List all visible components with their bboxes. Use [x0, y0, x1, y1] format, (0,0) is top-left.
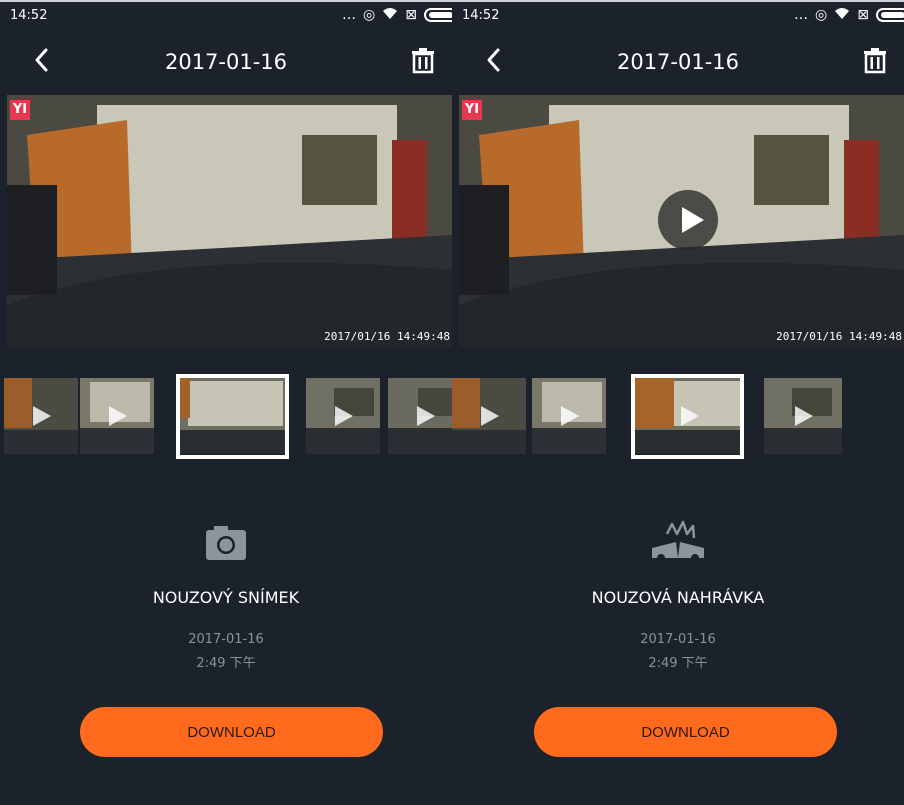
media-preview[interactable]: YI 2017/01/16 14:49:48	[7, 95, 452, 347]
delete-button[interactable]	[410, 46, 436, 74]
media-type-label: NOUZOVÝ SNÍMEK	[152, 588, 300, 607]
battery-icon	[876, 8, 904, 22]
right-screen: 14:52 … ◎ ⊠ 2017-01-16 YI 2017/01/16 14:…	[452, 0, 904, 805]
page-title: 2017-01-16	[164, 50, 288, 74]
status-icons: … ◎ ⊠	[342, 6, 452, 24]
status-bar: 14:52 … ◎ ⊠	[0, 0, 452, 30]
video-timestamp: 2017/01/16 14:49:48	[776, 330, 902, 343]
play-icon	[33, 406, 51, 426]
thumbnail[interactable]	[452, 378, 526, 454]
media-time: 2:49 下午	[196, 656, 256, 671]
status-icons: … ◎ ⊠	[794, 6, 904, 24]
thumbnail[interactable]	[532, 378, 606, 454]
page-title: 2017-01-16	[616, 50, 740, 74]
media-date: 2017-01-16	[640, 632, 716, 647]
title-bar: 2017-01-16	[0, 36, 452, 86]
battery-icon	[424, 8, 452, 22]
media-time: 2:49 下午	[648, 656, 708, 671]
thumbnail[interactable]	[4, 378, 78, 454]
play-icon	[795, 406, 813, 426]
thumbnail-strip[interactable]	[452, 374, 904, 459]
play-icon	[561, 406, 579, 426]
sim-off-icon: ⊠	[857, 7, 869, 23]
trash-icon	[412, 48, 434, 74]
wifi-icon	[834, 6, 850, 24]
more-dots-icon: …	[794, 7, 809, 23]
title-bar: 2017-01-16	[452, 36, 904, 86]
camera-icon	[0, 520, 452, 570]
more-dots-icon: …	[342, 7, 357, 23]
left-screen: 14:52 … ◎ ⊠ 2017-01-16 YI 2017/01/16 14:…	[0, 0, 452, 805]
hotspot-icon: ◎	[815, 7, 828, 23]
selected-thumbnail-frame	[631, 374, 744, 459]
sim-off-icon: ⊠	[405, 7, 417, 23]
yi-logo: YI	[462, 100, 482, 120]
status-time: 14:52	[462, 8, 500, 23]
download-button[interactable]: DOWNLOAD	[80, 707, 383, 757]
play-icon	[481, 406, 499, 426]
play-icon	[417, 406, 435, 426]
status-bar: 14:52 … ◎ ⊠	[452, 0, 904, 30]
media-type-label: NOUZOVÁ NAHRÁVKA	[591, 588, 765, 607]
status-time: 14:52	[10, 8, 48, 23]
delete-button[interactable]	[862, 46, 888, 74]
thumbnail[interactable]	[388, 378, 452, 454]
yi-logo: YI	[10, 100, 30, 120]
thumbnail[interactable]	[764, 378, 842, 454]
wifi-icon	[382, 6, 398, 24]
play-icon	[109, 406, 127, 426]
thumbnail[interactable]	[306, 378, 380, 454]
play-button[interactable]	[658, 190, 718, 250]
garage-scene-image	[7, 95, 452, 347]
download-button[interactable]: DOWNLOAD	[534, 707, 837, 757]
hotspot-icon: ◎	[363, 7, 376, 23]
thumbnail-strip[interactable]	[0, 374, 452, 459]
media-date: 2017-01-16	[188, 632, 264, 647]
thumbnail[interactable]	[80, 378, 154, 454]
video-timestamp: 2017/01/16 14:49:48	[324, 330, 450, 343]
trash-icon	[864, 48, 886, 74]
car-collision-icon	[452, 520, 904, 570]
selected-thumbnail-frame	[176, 374, 289, 459]
play-icon	[335, 406, 353, 426]
media-preview[interactable]: YI 2017/01/16 14:49:48	[459, 95, 904, 347]
